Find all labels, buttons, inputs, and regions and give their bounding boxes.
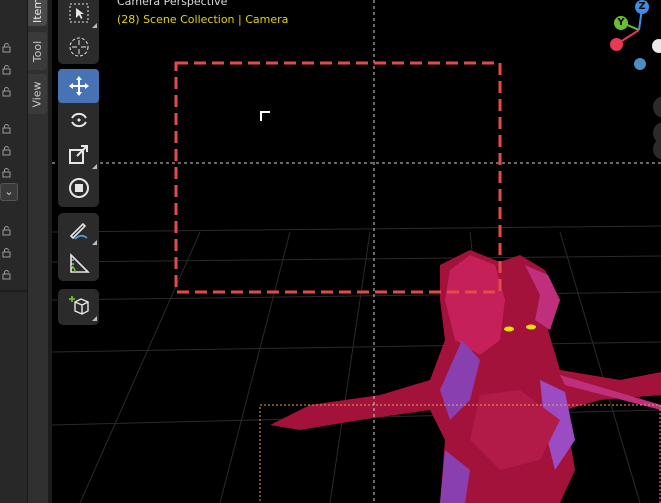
lock-icon[interactable] xyxy=(2,248,12,258)
viewport-scene xyxy=(52,0,661,503)
transform-icon xyxy=(68,178,89,198)
add-cube-icon xyxy=(68,296,89,315)
rotate-tool-button[interactable] xyxy=(58,103,99,137)
toolbar-annotate-group xyxy=(58,213,99,281)
lock-icon[interactable] xyxy=(2,65,12,75)
add-cube-tool-button[interactable] xyxy=(58,289,99,323)
toolbar-transform-group xyxy=(58,69,99,207)
panel-divider xyxy=(0,290,27,292)
transform-tool-button[interactable] xyxy=(58,171,99,205)
cursor-tool-button[interactable] xyxy=(58,30,99,64)
gizmo-z-axis[interactable]: Z xyxy=(635,0,649,14)
toolbar-add-group xyxy=(58,289,99,325)
lock-icon[interactable] xyxy=(2,43,12,53)
view-mode-label: Camera Perspective xyxy=(117,0,228,8)
lock-icon[interactable] xyxy=(2,124,12,134)
outliner-panel-edge: ⌄ xyxy=(0,0,28,503)
gizmo-x-axis[interactable] xyxy=(610,38,623,51)
gizmo-neg-x-axis[interactable] xyxy=(652,39,661,53)
sidebar-tabs: Item Tool View xyxy=(28,0,48,503)
lock-icon[interactable] xyxy=(2,146,12,156)
move-arrows-icon xyxy=(68,76,89,96)
lock-icon[interactable] xyxy=(2,168,12,178)
cursor-box-icon xyxy=(69,3,88,23)
chevron-down-icon[interactable]: ⌄ xyxy=(0,183,18,201)
ruler-icon xyxy=(69,253,90,273)
tab-item[interactable]: Item xyxy=(28,0,47,26)
lock-icon[interactable] xyxy=(2,270,12,280)
3d-viewport[interactable] xyxy=(52,0,661,503)
lock-icon[interactable] xyxy=(2,87,12,97)
pencil-icon xyxy=(69,222,88,240)
annotate-tool-button[interactable] xyxy=(58,213,99,247)
scene-collection-label: (28) Scene Collection | Camera xyxy=(117,13,289,26)
scale-icon xyxy=(68,145,88,164)
mouse-cursor xyxy=(260,111,270,121)
gizmo-neg-y-axis[interactable] xyxy=(634,58,646,70)
rotate-icon xyxy=(70,112,87,128)
move-tool-button[interactable] xyxy=(58,69,99,103)
lock-icon[interactable] xyxy=(2,226,12,236)
toolbar-select-group xyxy=(58,0,99,64)
select-box-button[interactable] xyxy=(58,0,99,30)
navigation-gizmo[interactable]: Y Z xyxy=(605,0,661,80)
tab-tool[interactable]: Tool xyxy=(28,32,47,70)
crosshair-cursor-icon xyxy=(69,37,88,57)
scale-tool-button[interactable] xyxy=(58,137,99,171)
tab-view[interactable]: View xyxy=(28,74,47,114)
measure-tool-button[interactable] xyxy=(58,247,99,281)
gizmo-y-axis[interactable]: Y xyxy=(614,16,628,30)
